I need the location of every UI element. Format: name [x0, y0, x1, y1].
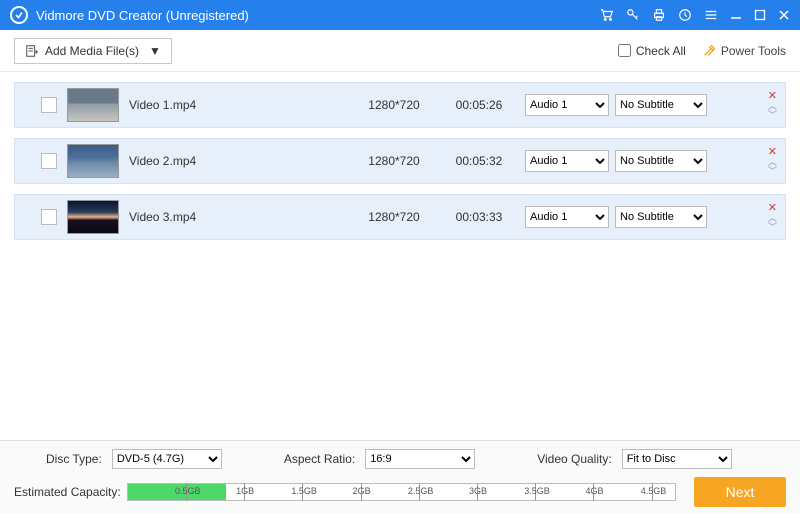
audio-select[interactable]: Audio 1 [525, 150, 609, 172]
move-down-icon[interactable]: ﹀ [768, 223, 777, 231]
capacity-tick: 3GB [477, 483, 478, 501]
capacity-tick: 3.5GB [535, 483, 536, 501]
capacity-tick: 2.5GB [419, 483, 420, 501]
thumbnail[interactable] [67, 144, 119, 178]
add-media-button[interactable]: Add Media File(s) ▼ [14, 38, 172, 64]
titlebar: Vidmore DVD Creator (Unregistered) [0, 0, 800, 30]
capacity-tick: 4GB [593, 483, 594, 501]
row-checkbox[interactable] [41, 153, 57, 169]
video-quality-label: Video Quality: [537, 452, 612, 466]
media-list: Video 1.mp4 1280*720 00:05:26 Audio 1 No… [0, 72, 800, 250]
file-name: Video 2.mp4 [129, 154, 349, 168]
audio-select[interactable]: Audio 1 [525, 94, 609, 116]
app-logo [10, 6, 28, 24]
delete-icon[interactable]: ✕ [768, 91, 777, 101]
aspect-ratio-label: Aspect Ratio: [284, 452, 355, 466]
resolution: 1280*720 [349, 154, 439, 168]
key-icon[interactable] [626, 8, 640, 22]
check-all-label: Check All [636, 44, 686, 58]
aspect-ratio-select[interactable]: 16:9 [365, 449, 475, 469]
delete-icon[interactable]: ✕ [768, 203, 777, 213]
subtitle-select[interactable]: No Subtitle [615, 206, 707, 228]
duration: 00:03:33 [439, 210, 519, 224]
add-file-icon [25, 44, 39, 58]
bottom-panel: Disc Type: DVD-5 (4.7G) Aspect Ratio: 16… [0, 440, 800, 514]
row-checkbox[interactable] [41, 209, 57, 225]
output-options: Disc Type: DVD-5 (4.7G) Aspect Ratio: 16… [14, 449, 786, 469]
capacity-tick: 4.5GB [652, 483, 653, 501]
resolution: 1280*720 [349, 210, 439, 224]
file-name: Video 1.mp4 [129, 98, 349, 112]
maximize-icon[interactable] [754, 9, 766, 21]
menu-icon[interactable] [704, 8, 718, 22]
duration: 00:05:26 [439, 98, 519, 112]
move-up-icon[interactable]: ︿ [768, 158, 777, 166]
video-quality-select[interactable]: Fit to Disc [622, 449, 732, 469]
media-row: Video 3.mp4 1280*720 00:03:33 Audio 1 No… [14, 194, 786, 240]
history-icon[interactable] [678, 8, 692, 22]
power-tools-button[interactable]: Power Tools [702, 44, 786, 58]
capacity-label: Estimated Capacity: [14, 485, 121, 499]
move-up-icon[interactable]: ︿ [768, 214, 777, 222]
window-buttons [600, 8, 790, 22]
capacity-tick: 2GB [361, 483, 362, 501]
cart-icon[interactable] [600, 8, 614, 22]
thumbnail[interactable] [67, 200, 119, 234]
delete-icon[interactable]: ✕ [768, 147, 777, 157]
capacity-bar: 0.5GB 1GB 1.5GB 2GB 2.5GB 3GB 3.5GB 4GB 4.5GB [127, 483, 676, 501]
add-media-label: Add Media File(s) [45, 44, 139, 58]
check-all[interactable]: Check All [618, 44, 686, 58]
subtitle-select[interactable]: No Subtitle [615, 150, 707, 172]
row-checkbox[interactable] [41, 97, 57, 113]
audio-select[interactable]: Audio 1 [525, 206, 609, 228]
capacity-tick: 1GB [244, 483, 245, 501]
subtitle-select[interactable]: No Subtitle [615, 94, 707, 116]
disc-type-label: Disc Type: [46, 452, 102, 466]
media-row: Video 2.mp4 1280*720 00:05:32 Audio 1 No… [14, 138, 786, 184]
thumbnail[interactable] [67, 88, 119, 122]
capacity-tick: 1.5GB [302, 483, 303, 501]
check-all-checkbox[interactable] [618, 44, 631, 57]
capacity-tick: 0.5GB [186, 483, 187, 501]
minimize-icon[interactable] [730, 9, 742, 21]
printer-icon[interactable] [652, 8, 666, 22]
media-row: Video 1.mp4 1280*720 00:05:26 Audio 1 No… [14, 82, 786, 128]
toolbar: Add Media File(s) ▼ Check All Power Tool… [0, 30, 800, 72]
file-name: Video 3.mp4 [129, 210, 349, 224]
move-down-icon[interactable]: ﹀ [768, 167, 777, 175]
caret-down-icon: ▼ [149, 44, 161, 58]
move-up-icon[interactable]: ︿ [768, 102, 777, 110]
power-tools-label: Power Tools [721, 44, 786, 58]
disc-type-select[interactable]: DVD-5 (4.7G) [112, 449, 222, 469]
close-icon[interactable] [778, 9, 790, 21]
duration: 00:05:32 [439, 154, 519, 168]
next-button[interactable]: Next [694, 477, 786, 507]
move-down-icon[interactable]: ﹀ [768, 111, 777, 119]
tools-icon [702, 44, 716, 58]
app-title: Vidmore DVD Creator (Unregistered) [36, 8, 600, 23]
resolution: 1280*720 [349, 98, 439, 112]
